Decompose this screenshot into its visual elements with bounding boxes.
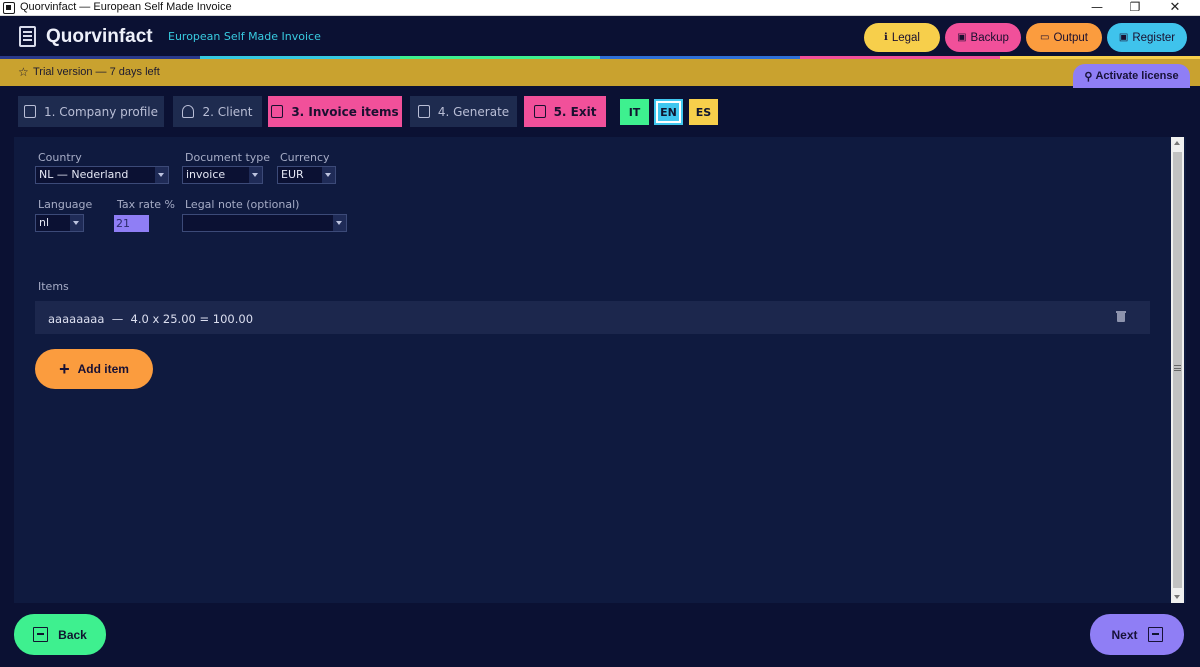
- next-button[interactable]: Next: [1090, 614, 1184, 655]
- language-it-button[interactable]: IT: [620, 99, 649, 125]
- language-select[interactable]: nl: [35, 214, 84, 232]
- scroll-down-arrow-icon[interactable]: [1171, 590, 1184, 603]
- document-type-label: Document type: [185, 151, 271, 164]
- window-title: Quorvinfact — European Self Made Invoice: [20, 1, 232, 13]
- activate-license-button[interactable]: ⚲ Activate license: [1073, 64, 1190, 88]
- vertical-scrollbar[interactable]: [1171, 137, 1184, 603]
- language-es-button[interactable]: ES: [689, 99, 718, 125]
- backup-button-label: Backup: [970, 31, 1009, 44]
- brand-tagline: European Self Made Invoice: [168, 30, 321, 43]
- list-icon: [271, 105, 284, 118]
- back-button[interactable]: Back: [14, 614, 106, 655]
- trial-banner: ☆ Trial version — 7 days left: [0, 59, 1200, 86]
- tab-label: 2. Client: [202, 104, 253, 119]
- chevron-down-icon: [333, 215, 346, 231]
- tab-label: 1. Company profile: [43, 104, 159, 119]
- document-icon: [417, 105, 430, 118]
- back-label: Back: [58, 627, 87, 642]
- currency-select[interactable]: EUR: [277, 166, 336, 184]
- currency-value: EUR: [281, 168, 304, 181]
- info-icon: ℹ: [884, 32, 888, 43]
- tab-exit[interactable]: 5. Exit: [524, 96, 606, 127]
- output-button-label: Output: [1053, 31, 1088, 44]
- scroll-up-arrow-icon[interactable]: [1171, 137, 1184, 150]
- legal-note-select[interactable]: [182, 214, 347, 232]
- invoice-logo-icon: [19, 26, 36, 47]
- backup-button[interactable]: ▣ Backup: [945, 23, 1021, 52]
- register-button[interactable]: ▣ Register: [1107, 23, 1187, 52]
- back-icon: [33, 627, 49, 642]
- activate-license-label: Activate license: [1095, 70, 1179, 82]
- add-item-button[interactable]: + Add item: [35, 349, 153, 389]
- language-label: Language: [38, 198, 93, 211]
- folder-icon: ▭: [1040, 32, 1050, 43]
- language-value: nl: [39, 216, 50, 229]
- next-icon: [1147, 627, 1163, 642]
- save-icon: ▣: [957, 32, 967, 43]
- list-item[interactable]: aaaaaaaa — 4.0 x 25.00 = 100.00: [35, 301, 1150, 334]
- chevron-down-icon: [249, 167, 262, 183]
- plus-icon: +: [59, 358, 70, 379]
- footer-bar: [0, 603, 1200, 667]
- register-button-label: Register: [1132, 31, 1176, 44]
- window-title-bar: Quorvinfact — European Self Made Invoice…: [0, 0, 1200, 16]
- tax-rate-input[interactable]: 21: [114, 215, 149, 232]
- trial-text: Trial version — 7 days left: [33, 66, 160, 78]
- tab-company-profile[interactable]: 1. Company profile: [18, 96, 164, 127]
- grip-icon: [1174, 365, 1181, 371]
- exit-icon: [533, 105, 546, 118]
- legal-button-label: Legal: [891, 31, 920, 44]
- app-icon: [3, 2, 15, 14]
- item-text: aaaaaaaa — 4.0 x 25.00 = 100.00: [48, 312, 254, 326]
- next-label: Next: [1111, 627, 1138, 642]
- chevron-down-icon: [70, 215, 83, 231]
- chevron-down-icon: [322, 167, 335, 183]
- building-icon: [23, 105, 36, 118]
- legal-note-label: Legal note (optional): [185, 198, 300, 211]
- tax-rate-label: Tax rate %: [117, 198, 175, 211]
- items-label: Items: [38, 280, 69, 293]
- close-button[interactable]: ✕: [1155, 0, 1195, 16]
- add-item-label: Add item: [77, 362, 129, 376]
- document-type-select[interactable]: invoice: [182, 166, 263, 184]
- tab-label: 5. Exit: [553, 104, 597, 119]
- legal-button[interactable]: ℹ Legal: [864, 23, 940, 52]
- country-label: Country: [38, 151, 82, 164]
- tab-invoice-items[interactable]: 3. Invoice items: [268, 96, 402, 127]
- save-icon: ▣: [1118, 32, 1129, 43]
- user-icon: [182, 105, 195, 118]
- currency-label: Currency: [280, 151, 330, 164]
- star-icon: ☆: [18, 65, 29, 79]
- minimize-button[interactable]: —: [1077, 0, 1117, 16]
- chevron-down-icon: [155, 167, 168, 183]
- brand-name: Quorvinfact: [46, 26, 153, 47]
- tab-label: 4. Generate: [437, 104, 510, 119]
- trash-icon[interactable]: [1116, 311, 1126, 322]
- tab-generate[interactable]: 4. Generate: [410, 96, 517, 127]
- language-en-button[interactable]: EN: [654, 99, 683, 125]
- tab-client[interactable]: 2. Client: [173, 96, 262, 127]
- output-button[interactable]: ▭ Output: [1026, 23, 1102, 52]
- document-type-value: invoice: [186, 168, 226, 181]
- app-header: Quorvinfact European Self Made Invoice ℹ…: [0, 17, 1200, 57]
- key-icon: ⚲: [1084, 70, 1093, 83]
- country-value: NL — Nederland: [39, 168, 129, 181]
- country-select[interactable]: NL — Nederland: [35, 166, 169, 184]
- tab-label: 3. Invoice items: [291, 104, 399, 119]
- maximize-button[interactable]: ❐: [1115, 0, 1155, 16]
